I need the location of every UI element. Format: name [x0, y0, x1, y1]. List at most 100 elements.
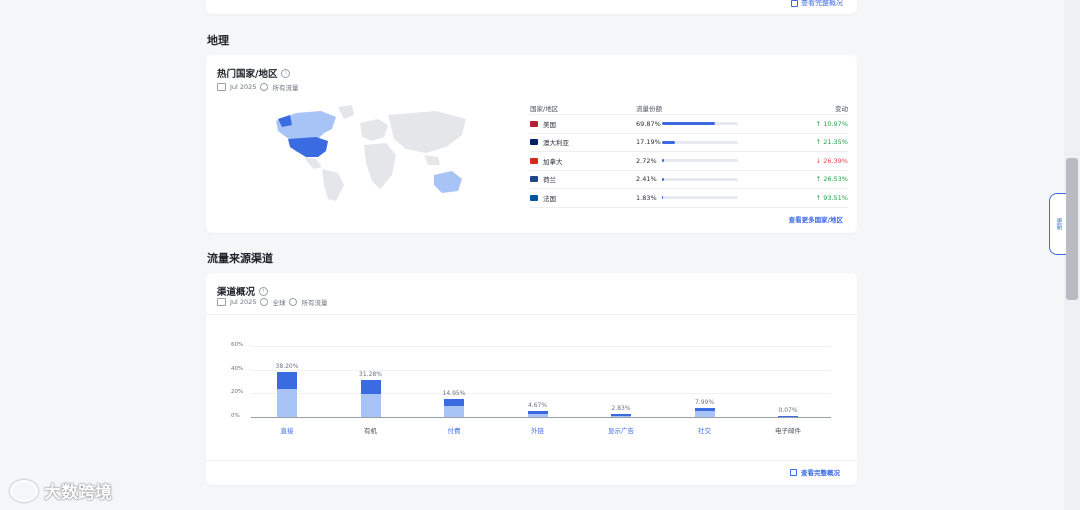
share-cell: 2.72%	[636, 157, 786, 165]
watermark: 大数跨境	[10, 478, 112, 503]
country-name[interactable]: 美国	[543, 119, 556, 129]
change-arrow-icon: ↓	[815, 156, 822, 165]
chart-bar-segment-bottom	[611, 415, 631, 417]
country-name[interactable]: 法国	[543, 193, 556, 203]
country-cell: 澳大利亚	[530, 137, 636, 147]
change-arrow-icon: ↑	[815, 175, 822, 184]
share-value: 17.19%	[636, 138, 661, 147]
share-bar-fill	[662, 140, 676, 144]
divider	[206, 460, 857, 461]
flag-icon	[530, 157, 538, 164]
divider	[206, 314, 857, 315]
share-cell: 17.19%	[636, 138, 786, 146]
share-bar-fill	[662, 122, 716, 126]
bar-value-label: 4.67%	[527, 402, 548, 410]
x-category-label: 电子邮件	[775, 427, 801, 435]
table-row[interactable]: 美国 69.87% ↑ 10.97%	[530, 115, 848, 134]
chart-bar[interactable]	[694, 407, 715, 417]
info-icon[interactable]: i	[281, 68, 291, 78]
share-bar	[662, 196, 738, 200]
view-full-overview-link-top[interactable]: 查看完整概况	[791, 0, 843, 8]
chart-bar[interactable]	[611, 413, 631, 417]
x-category-label[interactable]: 外链	[513, 425, 563, 435]
channels-title: 渠道概况 i	[217, 284, 269, 298]
table-header: 国家/地区 流量份额 变动	[530, 101, 848, 115]
chart-bar-segment-top	[277, 371, 297, 389]
y-tick-label: 0%	[231, 413, 240, 419]
country-cell: 法国	[530, 193, 636, 203]
top-countries-card: 热门国家/地区 i Jul 2025 所有流量 国家/地区 流量份额 变动 美国…	[206, 55, 857, 233]
x-category-label[interactable]: 社交	[680, 425, 730, 435]
gridline	[251, 346, 831, 347]
country-name[interactable]: 荷兰	[543, 174, 556, 184]
map-australia	[434, 171, 462, 193]
map-mexico	[304, 157, 322, 169]
region-label[interactable]: 全球	[272, 297, 285, 307]
map-greenland	[338, 105, 354, 119]
chart-bar[interactable]	[778, 416, 798, 417]
bar-value-label: 7.99%	[694, 398, 715, 406]
info-icon[interactable]: i	[259, 286, 269, 296]
channels-section-title: 流量来源渠道	[207, 252, 273, 265]
chart-bar-segment-bottom	[527, 413, 548, 417]
side-feedback-widget[interactable]: 更新	[1049, 193, 1066, 255]
traffic-icon	[260, 83, 269, 91]
x-category-label[interactable]: 显示广告	[596, 425, 646, 435]
y-tick-label: 60%	[231, 342, 244, 348]
chart-bar-segment-bottom	[360, 394, 381, 417]
x-category-label[interactable]: 付费	[429, 425, 479, 435]
geo-meta: Jul 2025 所有流量	[217, 82, 298, 92]
chart-bar[interactable]	[277, 371, 297, 417]
bar-value-label: 38.20%	[275, 362, 299, 370]
date-label[interactable]: Jul 2025	[230, 298, 256, 306]
gridline	[251, 369, 831, 371]
change-value: 10.97%	[823, 119, 848, 128]
change-value: 26.39%	[823, 156, 848, 165]
change-cell: ↑ 21.35%	[786, 138, 848, 146]
table-row[interactable]: 加拿大 2.72% ↓ 26.39%	[530, 152, 848, 171]
table-row[interactable]: 法国 1.83% ↑ 93.51%	[530, 189, 848, 208]
change-cell: ↑ 10.97%	[786, 120, 848, 128]
map-south-america	[322, 169, 344, 201]
map-africa	[364, 143, 396, 189]
share-bar	[662, 177, 738, 181]
chart-bar-segment-bottom	[444, 406, 464, 417]
y-tick-label: 40%	[231, 365, 244, 372]
date-label[interactable]: Jul 2025	[230, 83, 256, 91]
change-cell: ↓ 26.39%	[786, 157, 848, 165]
table-row[interactable]: 荷兰 2.41% ↑ 26.53%	[530, 171, 848, 189]
bar-value-label: 14.95%	[442, 390, 466, 398]
chart-bar[interactable]	[527, 411, 548, 417]
change-arrow-icon: ↑	[815, 138, 822, 147]
map-asia	[388, 111, 466, 153]
share-bar	[662, 122, 738, 126]
traffic-icon	[289, 298, 298, 306]
chart-bar[interactable]	[360, 379, 381, 417]
x-category-label[interactable]: 直接	[262, 425, 312, 435]
world-map[interactable]	[266, 103, 471, 203]
view-full-overview-link[interactable]: 查看完整概况	[790, 467, 840, 477]
channels-bar-chart: 60% 40% 20% 0% 38.20% 直接 31.28% 有机 14.95% 付费 4.67%…	[206, 321, 857, 461]
channels-meta: Jul 2025 全球 所有流量	[217, 297, 327, 307]
table-row[interactable]: 澳大利亚 17.19% ↑ 21.35%	[530, 134, 848, 152]
channels-card: 渠道概况 i Jul 2025 全球 所有流量 60% 40% 20% 0% 38.20…	[206, 273, 857, 485]
chart-bar[interactable]	[444, 399, 464, 417]
page-scrollbar[interactable]	[1064, 0, 1080, 510]
bar-value-label: 0.07%	[778, 407, 798, 414]
traffic-label[interactable]: 所有流量	[301, 297, 327, 307]
change-cell: ↑ 26.53%	[786, 175, 848, 183]
chart-bar-segment-bottom	[694, 411, 715, 417]
share-cell: 69.87%	[636, 120, 786, 128]
globe-icon	[260, 298, 269, 306]
view-more-countries-link[interactable]: 查看更多国家/地区	[789, 214, 843, 224]
bar-value-label: 2.83%	[611, 404, 631, 412]
change-value: 93.51%	[823, 193, 848, 202]
country-name[interactable]: 澳大利亚	[543, 137, 569, 147]
scrollbar-thumb[interactable]	[1066, 158, 1078, 300]
change-arrow-icon: ↑	[815, 193, 822, 202]
country-name[interactable]: 加拿大	[543, 156, 563, 166]
flag-icon	[530, 120, 538, 127]
map-europe	[360, 119, 388, 141]
y-tick-label: 20%	[231, 389, 244, 396]
traffic-label[interactable]: 所有流量	[272, 82, 298, 92]
